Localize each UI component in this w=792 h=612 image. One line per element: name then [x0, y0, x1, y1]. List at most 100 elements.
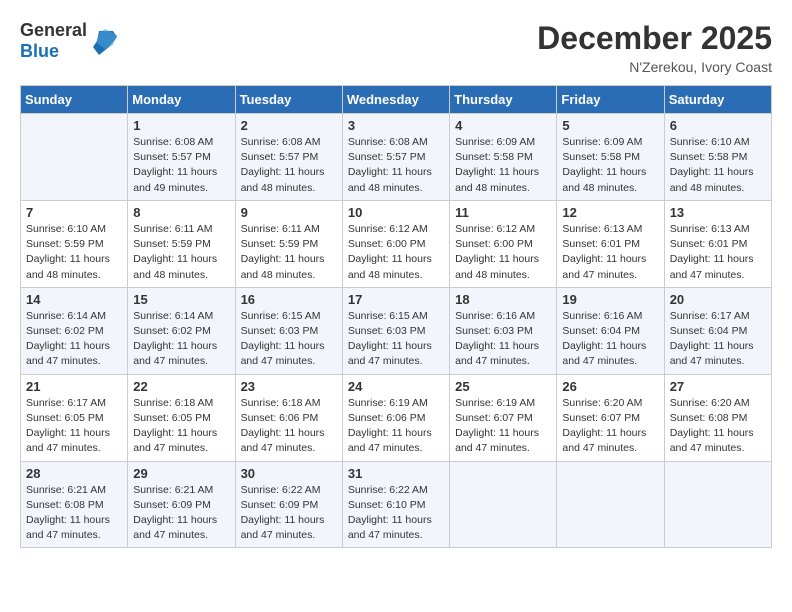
- cell-info: Sunrise: 6:21 AMSunset: 6:09 PMDaylight:…: [133, 483, 229, 544]
- daylight-label: Daylight: 11 hours and 47 minutes.: [241, 427, 325, 454]
- daylight-label: Daylight: 11 hours and 48 minutes.: [562, 166, 646, 193]
- sunset-label: Sunset: 6:06 PM: [241, 412, 319, 424]
- cell-info: Sunrise: 6:11 AMSunset: 5:59 PMDaylight:…: [241, 222, 337, 283]
- sunset-label: Sunset: 6:01 PM: [562, 238, 640, 250]
- sunset-label: Sunset: 6:08 PM: [26, 499, 104, 511]
- calendar-cell: 31Sunrise: 6:22 AMSunset: 6:10 PMDayligh…: [342, 461, 449, 548]
- week-row-4: 21Sunrise: 6:17 AMSunset: 6:05 PMDayligh…: [21, 374, 772, 461]
- calendar-cell: [450, 461, 557, 548]
- location-title: N'Zerekou, Ivory Coast: [537, 59, 772, 75]
- day-number: 12: [562, 205, 658, 220]
- col-header-tuesday: Tuesday: [235, 86, 342, 114]
- sunset-label: Sunset: 5:57 PM: [348, 151, 426, 163]
- calendar-cell: 18Sunrise: 6:16 AMSunset: 6:03 PMDayligh…: [450, 287, 557, 374]
- calendar-cell: 14 Sunrise: 6:14 AM Sunset: 6:02 PM Dayligh…: [21, 287, 128, 374]
- sunrise-label: Sunrise: 6:22 AM: [348, 484, 428, 496]
- daylight-label: Daylight: 11 hours and 48 minutes.: [241, 253, 325, 280]
- cell-info: Sunrise: 6:20 AMSunset: 6:07 PMDaylight:…: [562, 396, 658, 457]
- sunrise-label: Sunrise: 6:18 AM: [133, 397, 213, 409]
- calendar-cell: 24Sunrise: 6:19 AMSunset: 6:06 PMDayligh…: [342, 374, 449, 461]
- sunrise-label: Sunrise: 6:15 AM: [348, 310, 428, 322]
- sunrise-label: Sunrise: 6:08 AM: [133, 136, 213, 148]
- day-number: 7: [26, 205, 122, 220]
- sunrise-label: Sunrise: 6:20 AM: [670, 397, 750, 409]
- sunrise-label: Sunrise: 6:16 AM: [562, 310, 642, 322]
- cell-info: Sunrise: 6:08 AMSunset: 5:57 PMDaylight:…: [348, 135, 444, 196]
- sunrise-label: Sunrise: 6:13 AM: [562, 223, 642, 235]
- cell-info: Sunrise: 6:16 AMSunset: 6:04 PMDaylight:…: [562, 309, 658, 370]
- sunrise-label: Sunrise: 6:12 AM: [455, 223, 535, 235]
- sunrise-label: Sunrise: 6:11 AM: [133, 223, 212, 235]
- calendar-cell: 10Sunrise: 6:12 AMSunset: 6:00 PMDayligh…: [342, 200, 449, 287]
- sunset-label: Sunset: 5:57 PM: [241, 151, 319, 163]
- calendar-cell: 23Sunrise: 6:18 AMSunset: 6:06 PMDayligh…: [235, 374, 342, 461]
- week-row-2: 7 Sunrise: 6:10 AMSunset: 5:59 PMDaylight…: [21, 200, 772, 287]
- sunset-label: Sunset: 6:03 PM: [241, 325, 319, 337]
- sunrise-label: Sunrise: 6:17 AM: [670, 310, 750, 322]
- cell-info: Sunrise: 6:17 AMSunset: 6:04 PMDaylight:…: [670, 309, 766, 370]
- calendar-cell: 12Sunrise: 6:13 AMSunset: 6:01 PMDayligh…: [557, 200, 664, 287]
- sunset-label: Sunset: 6:07 PM: [455, 412, 533, 424]
- sunrise-label: Sunrise: 6:12 AM: [348, 223, 428, 235]
- calendar-cell: 22Sunrise: 6:18 AMSunset: 6:05 PMDayligh…: [128, 374, 235, 461]
- daylight-label: Daylight: 11 hours and 49 minutes.: [133, 166, 217, 193]
- daylight-label: Daylight: 11 hours and 47 minutes.: [26, 514, 110, 541]
- sunrise-label: Sunrise: 6:17 AM: [26, 397, 106, 409]
- cell-info: Sunrise: 6:18 AMSunset: 6:05 PMDaylight:…: [133, 396, 229, 457]
- daylight-label: Daylight: 11 hours and 47 minutes.: [26, 340, 110, 367]
- daylight-label: Daylight: 11 hours and 47 minutes.: [455, 427, 539, 454]
- day-number: 8: [133, 205, 229, 220]
- cell-info: Sunrise: 6:22 AMSunset: 6:09 PMDaylight:…: [241, 483, 337, 544]
- day-number: 14: [26, 292, 122, 307]
- col-header-wednesday: Wednesday: [342, 86, 449, 114]
- title-block: December 2025 N'Zerekou, Ivory Coast: [537, 20, 772, 75]
- sunset-label: Sunset: 5:57 PM: [133, 151, 211, 163]
- cell-info: Sunrise: 6:21 AMSunset: 6:08 PMDaylight:…: [26, 483, 122, 544]
- daylight-label: Daylight: 11 hours and 47 minutes.: [26, 427, 110, 454]
- day-number: 2: [241, 118, 337, 133]
- day-number: 17: [348, 292, 444, 307]
- daylight-label: Daylight: 11 hours and 47 minutes.: [455, 340, 539, 367]
- calendar-cell: [21, 114, 128, 201]
- sunset-label: Sunset: 5:59 PM: [241, 238, 319, 250]
- day-number: 5: [562, 118, 658, 133]
- sunset-label: Sunset: 6:03 PM: [348, 325, 426, 337]
- daylight-label: Daylight: 11 hours and 47 minutes.: [348, 514, 432, 541]
- sunset-label: Sunset: 6:06 PM: [348, 412, 426, 424]
- calendar-cell: 15Sunrise: 6:14 AMSunset: 6:02 PMDayligh…: [128, 287, 235, 374]
- day-number: 3: [348, 118, 444, 133]
- sunrise-label: Sunrise: 6:19 AM: [455, 397, 535, 409]
- calendar-cell: 2Sunrise: 6:08 AMSunset: 5:57 PMDaylight…: [235, 114, 342, 201]
- daylight-label: Daylight: 11 hours and 48 minutes.: [26, 253, 110, 280]
- calendar-cell: 21Sunrise: 6:17 AMSunset: 6:05 PMDayligh…: [21, 374, 128, 461]
- calendar-cell: [664, 461, 771, 548]
- page-header: General Blue December 2025 N'Zerekou, Iv…: [20, 20, 772, 75]
- calendar-cell: 6Sunrise: 6:10 AMSunset: 5:58 PMDaylight…: [664, 114, 771, 201]
- daylight-label: Daylight: 11 hours and 47 minutes.: [348, 427, 432, 454]
- sunset-label: Sunset: 6:02 PM: [26, 325, 104, 337]
- logo-blue: Blue: [20, 41, 59, 61]
- cell-info: Sunrise: 6:09 AMSunset: 5:58 PMDaylight:…: [562, 135, 658, 196]
- cell-info: Sunrise: 6:10 AMSunset: 5:59 PMDaylight:…: [26, 222, 122, 283]
- sunset-label: Sunset: 5:58 PM: [670, 151, 748, 163]
- sunset-label: Sunset: 6:05 PM: [26, 412, 104, 424]
- calendar-cell: 7 Sunrise: 6:10 AMSunset: 5:59 PMDaylight…: [21, 200, 128, 287]
- day-number: 29: [133, 466, 229, 481]
- sunrise-label: Sunrise: 6:22 AM: [241, 484, 321, 496]
- daylight-label: Daylight: 11 hours and 47 minutes.: [670, 253, 754, 280]
- calendar-cell: [557, 461, 664, 548]
- logo-text: General Blue: [20, 20, 87, 62]
- calendar-cell: 26Sunrise: 6:20 AMSunset: 6:07 PMDayligh…: [557, 374, 664, 461]
- calendar-cell: 25Sunrise: 6:19 AMSunset: 6:07 PMDayligh…: [450, 374, 557, 461]
- daylight-label: Daylight: 11 hours and 48 minutes.: [455, 253, 539, 280]
- col-header-saturday: Saturday: [664, 86, 771, 114]
- logo: General Blue: [20, 20, 117, 62]
- sunset-label: Sunset: 6:02 PM: [133, 325, 211, 337]
- cell-info: Sunrise: 6:11 AMSunset: 5:59 PMDaylight:…: [133, 222, 229, 283]
- calendar-cell: 9Sunrise: 6:11 AMSunset: 5:59 PMDaylight…: [235, 200, 342, 287]
- sunset-label: Sunset: 6:09 PM: [133, 499, 211, 511]
- calendar-cell: 8 Sunrise: 6:11 AMSunset: 5:59 PMDaylight…: [128, 200, 235, 287]
- cell-info: Sunrise: 6:18 AMSunset: 6:06 PMDaylight:…: [241, 396, 337, 457]
- sunrise-label: Sunrise: 6:14 AM: [26, 310, 106, 322]
- daylight-label: Daylight: 11 hours and 47 minutes.: [670, 340, 754, 367]
